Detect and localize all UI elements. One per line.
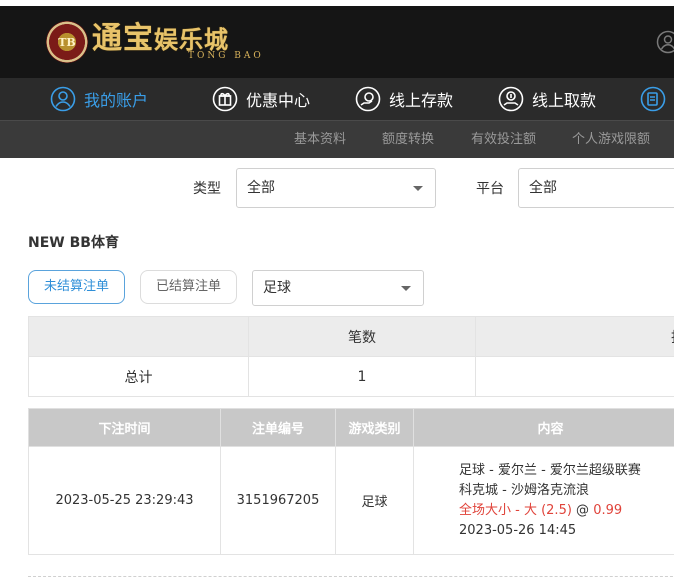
divider: [28, 576, 674, 577]
nav-label: 线上取款: [532, 91, 597, 110]
nav-label: 我的账户: [84, 91, 149, 110]
bets-record-icon: [640, 86, 666, 112]
user-circle-icon: [50, 86, 76, 112]
summary-header-count: 笔数: [248, 316, 476, 357]
subnav-credit-transfer[interactable]: 额度转换: [382, 121, 434, 159]
top-strip: [0, 0, 674, 6]
main-nav: 我的账户 优惠中心 线上存款 线上取款: [0, 78, 674, 120]
bet-time: 2023-05-25 23:29:43: [28, 446, 221, 555]
sub-nav: 基本资料 额度转换 有效投注额 个人游戏限额: [0, 120, 674, 158]
platform-select-value: 全部: [529, 180, 557, 196]
user-profile-icon[interactable]: [656, 30, 674, 54]
nav-withdraw[interactable]: 线上取款: [498, 78, 596, 120]
platform-select[interactable]: 全部: [518, 168, 674, 208]
nav-more[interactable]: [640, 78, 674, 120]
gift-icon: [212, 86, 238, 112]
summary-header-row: 笔数 投: [28, 316, 674, 357]
bet-selection: 全场大小 - 大 (2.5): [459, 502, 572, 518]
section-title: NEW BB体育: [28, 235, 119, 251]
nav-deposit[interactable]: 线上存款: [355, 78, 453, 120]
summary-header-partial: 投: [475, 316, 674, 357]
summary-total-empty: [475, 356, 674, 397]
withdraw-icon: [498, 86, 524, 112]
logo-sub-text: TONG BAO: [188, 50, 264, 61]
summary-header-empty: [28, 316, 249, 357]
top-header: TB 通宝娱乐城 TONG BAO: [0, 0, 674, 78]
logo-main-text: 通宝: [92, 20, 154, 56]
bets-table: 下注时间 注单编号 游戏类别 内容 2023-05-25 23:29:43 31…: [28, 408, 674, 555]
nav-promotions[interactable]: 优惠中心: [212, 78, 310, 120]
bet-match: 科克城 - 沙姆洛克流浪: [459, 482, 589, 498]
type-label: 类型: [193, 181, 221, 197]
match-time: 2023-05-26 14:45: [459, 522, 577, 538]
sport-select-value: 足球: [263, 280, 291, 296]
bet-selection-line: 全场大小 - 大 (2.5) @ 0.99: [459, 501, 674, 521]
bet-league: 足球 - 爱尔兰 - 爱尔兰超级联赛: [459, 462, 641, 478]
summary-total-count: 1: [248, 356, 476, 397]
col-content: 内容: [413, 408, 674, 447]
type-select[interactable]: 全部: [236, 168, 436, 208]
summary-total-label: 总计: [28, 356, 249, 397]
subnav-game-limits[interactable]: 个人游戏限额: [572, 121, 650, 159]
col-bet-time: 下注时间: [28, 408, 221, 447]
tab-settled-bets[interactable]: 已结算注单: [140, 270, 237, 304]
sport-select[interactable]: 足球: [252, 270, 424, 306]
col-game-type: 游戏类别: [335, 408, 414, 447]
subnav-basic-info[interactable]: 基本资料: [294, 121, 346, 159]
summary-table: 笔数 投 总计 1: [28, 316, 674, 397]
table-row: 2023-05-25 23:29:43 3151967205 足球 足球 - 爱…: [28, 446, 674, 555]
platform-label: 平台: [476, 181, 504, 197]
subnav-valid-bets[interactable]: 有效投注额: [471, 121, 536, 159]
chevron-down-icon: [413, 186, 423, 191]
bet-content: 足球 - 爱尔兰 - 爱尔兰超级联赛 科克城 - 沙姆洛克流浪 全场大小 - 大…: [413, 446, 674, 555]
bet-at: @: [576, 502, 590, 518]
nav-my-account[interactable]: 我的账户: [50, 78, 148, 120]
site-logo[interactable]: TB 通宝娱乐城 TONG BAO: [46, 18, 264, 66]
bet-odds: 0.99: [593, 502, 623, 518]
nav-label: 线上存款: [389, 91, 454, 110]
deposit-icon: [355, 86, 381, 112]
type-select-value: 全部: [247, 180, 275, 196]
tab-unsettled-bets[interactable]: 未结算注单: [28, 270, 125, 304]
summary-total-row: 总计 1: [28, 356, 674, 397]
bets-header-row: 下注时间 注单编号 游戏类别 内容: [28, 408, 674, 447]
chevron-down-icon: [401, 286, 411, 291]
order-no: 3151967205: [220, 446, 336, 555]
logo-small-text: 娱乐城: [154, 24, 229, 54]
nav-label: 优惠中心: [246, 91, 311, 110]
col-order-no: 注单编号: [220, 408, 336, 447]
game-type: 足球: [335, 446, 414, 555]
logo-badge: TB: [46, 21, 88, 63]
